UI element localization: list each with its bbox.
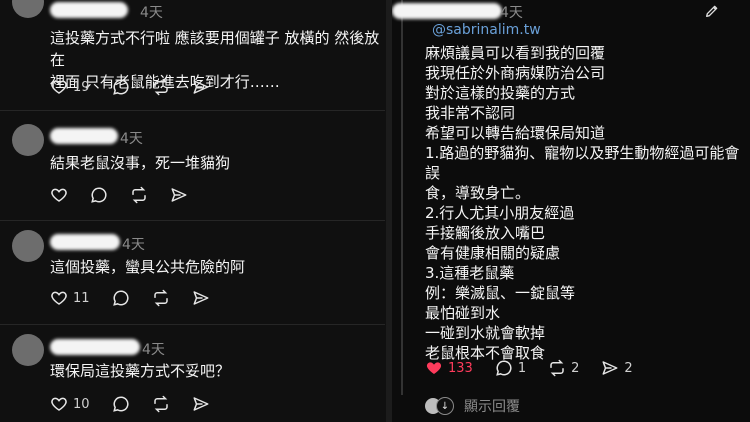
repost-icon <box>132 186 146 204</box>
comment-button[interactable] <box>112 395 130 413</box>
share-button[interactable] <box>192 78 210 96</box>
repost-icon <box>153 78 168 96</box>
divider <box>0 324 385 325</box>
comment-icon <box>112 79 129 95</box>
arrow-down-icon: ↓ <box>436 397 454 415</box>
like-button[interactable]: 19 <box>50 78 90 96</box>
post-time: 4天 <box>142 342 165 358</box>
repost-icon <box>153 395 168 413</box>
redacted-username <box>392 3 502 19</box>
heart-icon <box>51 291 67 305</box>
comment-icon <box>496 360 512 376</box>
edit-icon[interactable] <box>704 3 720 19</box>
repost-icon <box>550 359 564 377</box>
post-actions: 133 1 2 2 <box>425 359 655 377</box>
repost-count: 2 <box>571 360 580 376</box>
repost-button[interactable] <box>130 186 148 204</box>
redacted-username <box>50 2 128 18</box>
right-thread-panel: 4天 @sabrinalim.tw 麻煩議員可以看到我的回覆 我現任於外商病媒防… <box>392 0 750 422</box>
divider <box>0 110 385 111</box>
post-time: 4天 <box>120 131 143 147</box>
share-button[interactable] <box>170 186 188 204</box>
comment-icon <box>112 290 129 306</box>
left-thread-panel: 4天 這投藥方式不行啦 應該要用個罐子 放橫的 然後放在 裡面 只有老鼠能進去吃… <box>0 0 385 422</box>
repost-icon <box>153 289 168 307</box>
post-time: 4天 <box>500 5 523 21</box>
post-text: 這個投藥，蠻具公共危險的阿 <box>50 258 246 276</box>
heart-icon <box>51 397 67 411</box>
comment-button[interactable] <box>90 186 108 204</box>
comment-button[interactable] <box>112 289 130 307</box>
send-icon <box>193 291 209 305</box>
show-replies-label: 顯示回覆 <box>464 399 520 415</box>
comment-button[interactable]: 1 <box>495 359 526 377</box>
post-actions <box>50 186 210 204</box>
redacted-username <box>50 339 140 355</box>
avatar[interactable] <box>12 230 44 262</box>
like-button[interactable]: 10 <box>50 395 90 413</box>
send-icon <box>193 397 209 411</box>
like-count: 133 <box>448 360 473 376</box>
heart-icon <box>51 80 67 94</box>
share-button[interactable] <box>192 395 210 413</box>
avatar[interactable] <box>12 124 44 156</box>
repost-button[interactable]: 2 <box>548 359 579 377</box>
like-count: 11 <box>73 290 90 306</box>
like-button[interactable]: 11 <box>50 289 90 307</box>
mention-link[interactable]: @sabrinalim.tw <box>432 22 541 38</box>
post-actions: 11 <box>50 289 232 307</box>
divider <box>0 220 385 221</box>
redacted-username <box>50 234 120 250</box>
redacted-username <box>50 128 118 144</box>
heart-icon <box>51 188 67 202</box>
post-time: 4天 <box>140 5 163 21</box>
share-button[interactable]: 2 <box>601 359 633 377</box>
post-text: 結果老鼠沒事，死一堆貓狗 <box>50 154 231 172</box>
post-text: 環保局這投藥方式不妥吧？ <box>50 362 231 380</box>
share-button[interactable] <box>192 289 210 307</box>
avatar[interactable] <box>12 334 44 366</box>
send-icon <box>171 188 187 202</box>
comment-button[interactable] <box>112 78 130 96</box>
share-count: 2 <box>624 360 633 376</box>
repost-button[interactable] <box>152 289 170 307</box>
post-text: 麻煩議員可以看到我的回覆 我現任於外商病媒防治公司 對於這樣的投藥的方式 我非常… <box>425 44 740 362</box>
post-actions: 10 <box>50 395 232 413</box>
heart-filled-icon <box>426 362 442 374</box>
show-replies-link[interactable]: ↓ 顯示回覆 <box>425 396 520 416</box>
comment-count: 1 <box>517 360 527 376</box>
comment-icon <box>112 396 129 412</box>
repost-button[interactable] <box>152 78 170 96</box>
repost-button[interactable] <box>152 395 170 413</box>
like-button[interactable] <box>50 186 68 204</box>
comment-icon <box>91 187 107 203</box>
thread-line <box>401 0 403 395</box>
like-button[interactable]: 133 <box>425 359 473 377</box>
like-count: 19 <box>73 79 90 95</box>
send-icon <box>602 361 618 375</box>
send-icon <box>193 80 209 94</box>
like-count: 10 <box>73 396 90 412</box>
avatar[interactable] <box>12 0 44 18</box>
post-actions: 19 <box>50 78 232 96</box>
post-time: 4天 <box>122 237 145 253</box>
